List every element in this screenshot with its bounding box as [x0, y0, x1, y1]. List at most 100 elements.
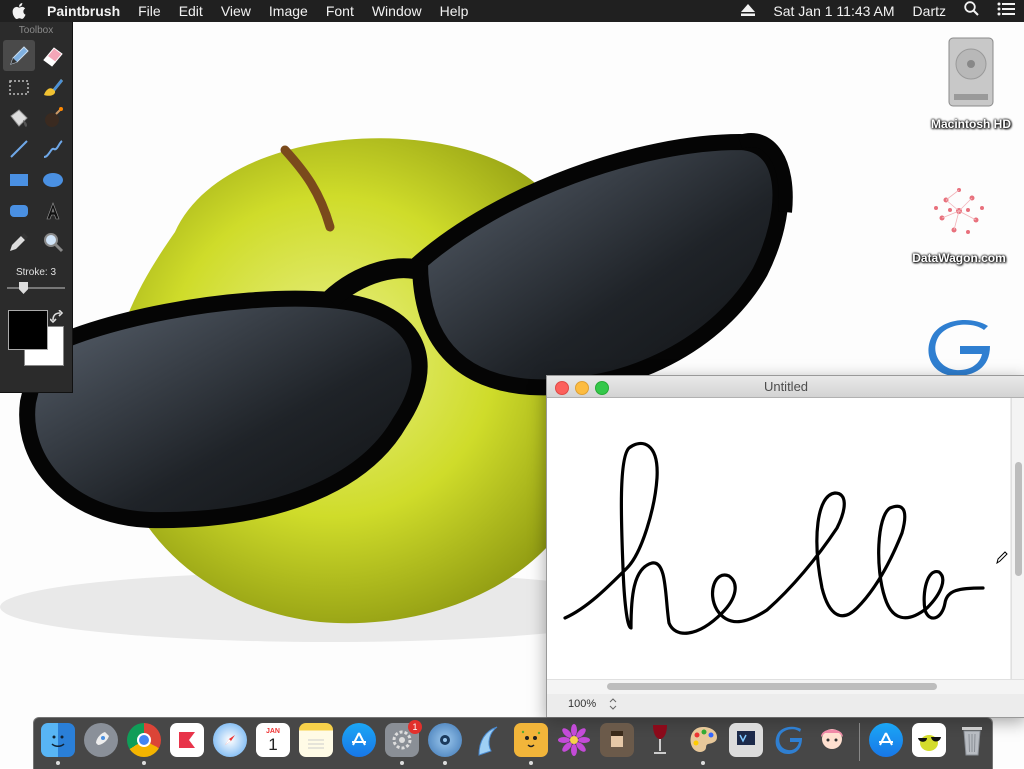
anime-character-icon	[815, 723, 849, 757]
horizontal-scrollbar[interactable]	[547, 679, 1024, 694]
character-portrait-icon	[600, 723, 634, 757]
stroke-size-slider[interactable]	[7, 282, 65, 294]
dock-finder[interactable]	[40, 723, 76, 765]
dock-calendar[interactable]: JAN 1	[255, 723, 291, 761]
zoom-stepper-icon[interactable]	[609, 698, 617, 713]
menu-font[interactable]: Font	[317, 0, 363, 22]
flashcards-icon	[170, 723, 204, 757]
console-icon	[729, 723, 763, 757]
apple-menu-icon[interactable]	[0, 3, 38, 19]
window-title: Untitled	[763, 379, 809, 394]
menu-file[interactable]: File	[129, 0, 170, 22]
dock-launchpad[interactable]	[83, 723, 119, 761]
stroke-slider-thumb[interactable]	[19, 282, 28, 294]
dock-flower-app[interactable]	[556, 723, 592, 761]
dock-app-store[interactable]	[341, 723, 377, 761]
zoom-level[interactable]: 100%	[568, 698, 596, 710]
stroke-size-label: Stroke: 3	[15, 267, 57, 278]
eyedropper-tool-icon[interactable]	[3, 226, 35, 257]
g-logo-icon	[928, 320, 990, 376]
paint-bucket-tool-icon[interactable]	[3, 102, 35, 133]
pencil-cursor-icon	[996, 550, 1008, 569]
eraser-tool-icon[interactable]	[37, 40, 69, 71]
trash-icon	[955, 723, 989, 757]
dock-console[interactable]	[728, 723, 764, 761]
desktop-icon-macintosh-hd[interactable]: Macintosh HD	[916, 36, 1024, 131]
horizontal-scroll-knob[interactable]	[607, 683, 937, 690]
dock-cheetah[interactable]	[513, 723, 549, 765]
dock-game[interactable]	[599, 723, 635, 761]
finder-icon	[41, 723, 75, 757]
wine-glass-icon	[643, 723, 677, 757]
dock-app-store-folder[interactable]	[868, 723, 904, 761]
sunglasses-image-icon	[912, 723, 946, 757]
window-close-button[interactable]	[555, 381, 569, 395]
notes-icon	[299, 723, 333, 757]
rocket-icon	[84, 723, 118, 757]
pencil-tool-icon[interactable]	[3, 40, 35, 71]
dock-sunglasses-image[interactable]	[911, 723, 947, 761]
window-titlebar[interactable]: Untitled	[547, 376, 1024, 398]
dock-separator	[859, 723, 860, 761]
text-tool-icon[interactable]	[37, 195, 69, 226]
desktop-icon-gimp[interactable]	[904, 318, 1014, 381]
curve-tool-icon[interactable]	[37, 133, 69, 164]
brush-tool-icon[interactable]	[37, 71, 69, 102]
menu-help[interactable]: Help	[431, 0, 478, 22]
spotlight-search-icon[interactable]	[955, 0, 988, 22]
dock-chrome[interactable]	[126, 723, 162, 765]
flower-icon	[557, 723, 591, 757]
vertical-scrollbar[interactable]	[1011, 398, 1024, 679]
swap-colors-icon[interactable]	[49, 309, 64, 324]
dock-webcam[interactable]	[427, 723, 463, 765]
menubar-clock[interactable]: Sat Jan 1 11:43 AM	[764, 0, 903, 22]
dock: JAN 1 1	[33, 717, 993, 769]
dock-safari[interactable]	[212, 723, 248, 761]
menu-edit[interactable]: Edit	[170, 0, 212, 22]
menu-window[interactable]: Window	[363, 0, 431, 22]
dock-gimp-app[interactable]	[771, 723, 807, 761]
line-tool-icon[interactable]	[3, 133, 35, 164]
menu-bar: Paintbrush File Edit View Image Font Win…	[0, 0, 1024, 22]
window-status-bar: 100%	[547, 694, 1024, 717]
dock-anime-app[interactable]	[814, 723, 850, 761]
menu-view[interactable]: View	[212, 0, 260, 22]
app-menu[interactable]: Paintbrush	[38, 0, 129, 22]
vertical-scroll-knob[interactable]	[1015, 462, 1022, 576]
app-store-icon	[869, 723, 903, 757]
dock-flux[interactable]	[470, 723, 506, 761]
document-window: Untitled 100%	[546, 375, 1024, 718]
desktop-icon-label: Macintosh HD	[930, 117, 1011, 131]
g-logo-icon	[772, 723, 806, 757]
datawagon-logo-icon	[934, 188, 984, 234]
drawing-canvas[interactable]	[547, 398, 1010, 679]
selection-tool-icon[interactable]	[3, 71, 35, 102]
eject-icon[interactable]	[732, 0, 764, 22]
rectangle-tool-icon[interactable]	[3, 164, 35, 195]
cheetah-icon	[514, 723, 548, 757]
prefs-badge: 1	[408, 720, 422, 734]
bomb-tool-icon[interactable]	[37, 102, 69, 133]
dock-notes[interactable]	[298, 723, 334, 761]
desktop-icon-label: DataWagon.com	[912, 251, 1006, 265]
ellipse-tool-icon[interactable]	[37, 164, 69, 195]
dock-trash[interactable]	[954, 723, 990, 761]
dock-wine[interactable]	[642, 723, 678, 761]
menubar-user[interactable]: Dartz	[904, 0, 955, 22]
webcam-icon	[428, 723, 462, 757]
paint-palette-icon	[686, 723, 720, 757]
foreground-color-swatch[interactable]	[8, 310, 48, 350]
notification-center-icon[interactable]	[988, 0, 1024, 22]
dock-paintbrush[interactable]	[685, 723, 721, 765]
toolbox-title: Toolbox	[18, 25, 54, 36]
zoom-tool-icon[interactable]	[37, 226, 69, 257]
desktop-icon-datawagon[interactable]: DataWagon.com	[904, 176, 1014, 265]
window-minimize-button[interactable]	[575, 381, 589, 395]
menu-image[interactable]: Image	[260, 0, 317, 22]
stroke-slider-track	[7, 287, 65, 289]
dock-system-preferences[interactable]: 1	[384, 720, 422, 765]
window-zoom-button[interactable]	[595, 381, 609, 395]
drawing-hello	[563, 441, 985, 635]
rounded-rect-tool-icon[interactable]	[3, 195, 35, 226]
dock-flashcards[interactable]	[169, 723, 205, 761]
